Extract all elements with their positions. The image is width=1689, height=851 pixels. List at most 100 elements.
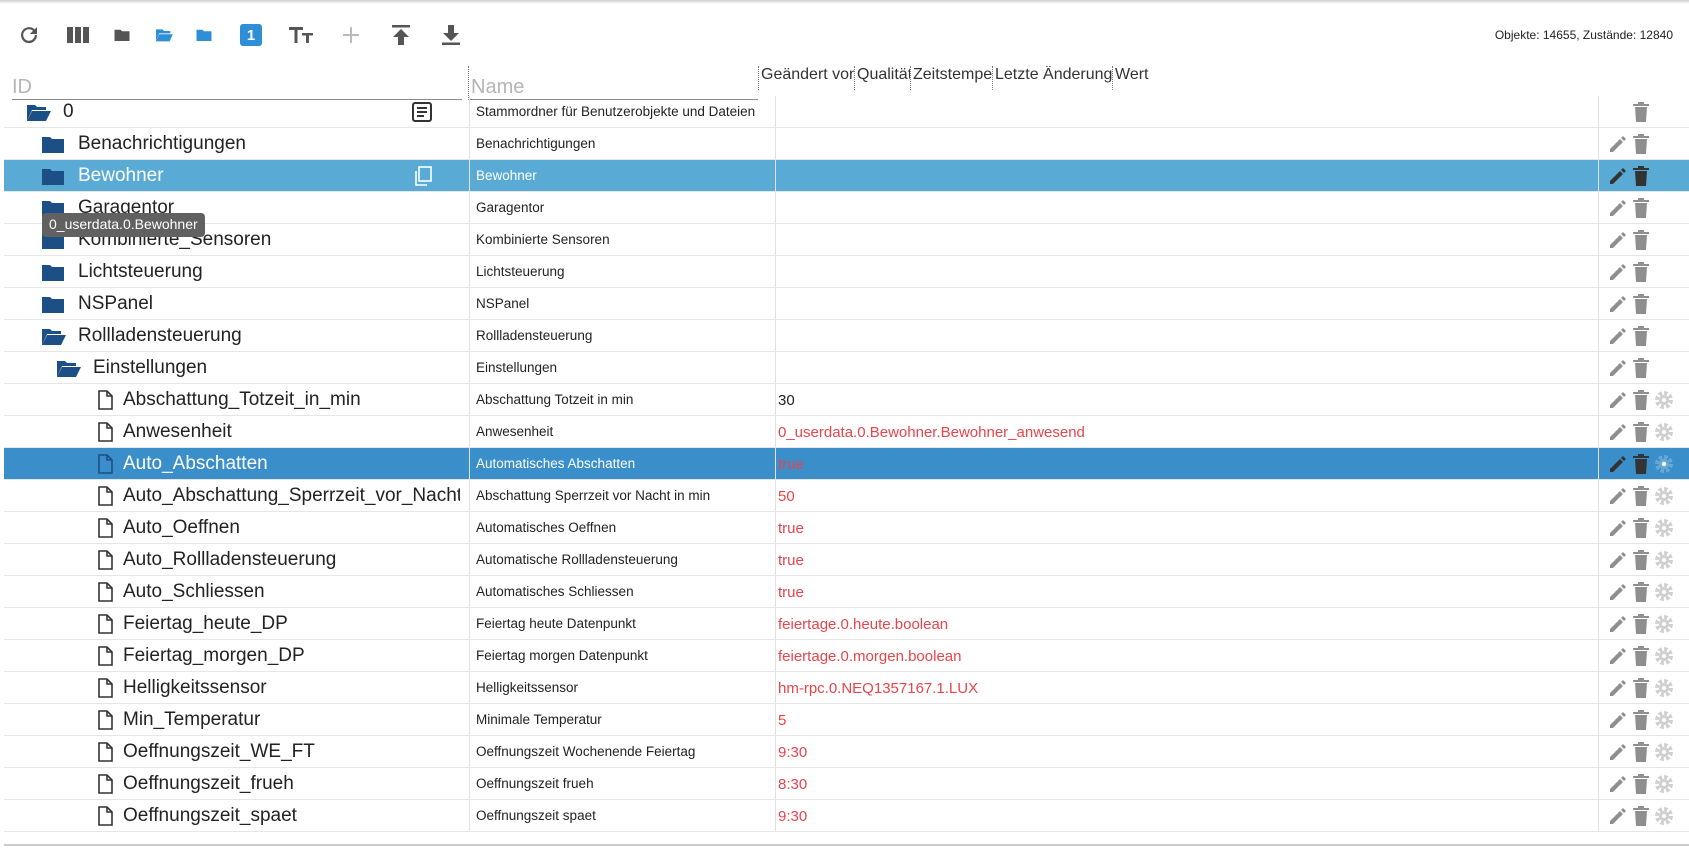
- tree-row[interactable]: Bewohner Bewohner: [4, 160, 1689, 192]
- state-file-icon[interactable]: [97, 582, 113, 607]
- settings-gear-icon[interactable]: [1653, 805, 1675, 832]
- state-value[interactable]: feiertage.0.heute.boolean: [778, 616, 948, 633]
- state-value[interactable]: 5: [778, 712, 786, 729]
- state-file-icon[interactable]: [97, 486, 113, 511]
- state-file-icon[interactable]: [97, 422, 113, 447]
- state-file-icon[interactable]: [97, 774, 113, 799]
- add-icon[interactable]: [336, 20, 366, 50]
- edit-icon[interactable]: [1607, 293, 1629, 320]
- state-value[interactable]: hm-rpc.0.NEQ1357167.1.LUX: [778, 680, 978, 697]
- state-file-icon[interactable]: [97, 646, 113, 671]
- delete-icon[interactable]: [1631, 485, 1651, 512]
- folder-open-icon[interactable]: [149, 20, 179, 50]
- tree-row[interactable]: Benachrichtigungen Benachrichtigungen: [4, 128, 1689, 160]
- folder-icon[interactable]: [41, 135, 65, 160]
- settings-gear-icon[interactable]: [1653, 709, 1675, 736]
- state-value[interactable]: true: [778, 520, 804, 537]
- folder-icon[interactable]: [41, 263, 65, 288]
- edit-icon[interactable]: [1607, 741, 1629, 768]
- value-cell[interactable]: 0_userdata.0.Bewohner.Bewohner_anwesend: [776, 416, 1598, 447]
- name-filter-input[interactable]: Name: [468, 66, 758, 100]
- folder-open-icon[interactable]: [56, 359, 82, 384]
- folder-blue-icon[interactable]: [189, 20, 219, 50]
- state-file-icon[interactable]: [97, 710, 113, 735]
- refresh-icon[interactable]: [14, 20, 44, 50]
- edit-icon[interactable]: [1607, 421, 1629, 448]
- upload-icon[interactable]: [386, 20, 416, 50]
- state-file-icon[interactable]: [97, 742, 113, 767]
- delete-icon[interactable]: [1631, 645, 1651, 672]
- delete-icon[interactable]: [1631, 773, 1651, 800]
- edit-icon[interactable]: [1607, 773, 1629, 800]
- state-value[interactable]: true: [778, 456, 804, 473]
- delete-icon[interactable]: [1631, 165, 1651, 192]
- delete-icon[interactable]: [1631, 293, 1651, 320]
- state-file-icon[interactable]: [97, 518, 113, 543]
- tree-row[interactable]: Oeffnungszeit_frueh Oeffnungszeit frueh 8:…: [4, 768, 1689, 800]
- settings-gear-icon[interactable]: [1653, 773, 1675, 800]
- settings-gear-icon[interactable]: [1653, 677, 1675, 704]
- value-cell[interactable]: true: [776, 576, 1598, 607]
- edit-icon[interactable]: [1607, 197, 1629, 224]
- value-cell[interactable]: true: [776, 448, 1598, 479]
- edit-icon[interactable]: [1607, 677, 1629, 704]
- value-cell[interactable]: true: [776, 512, 1598, 543]
- tree-row[interactable]: Anwesenheit Anwesenheit 0_userdata.0.Bewoh…: [4, 416, 1689, 448]
- column-changed-by[interactable]: Geändert von: [758, 66, 854, 90]
- columns-icon[interactable]: [63, 20, 93, 50]
- delete-icon[interactable]: [1631, 581, 1651, 608]
- settings-gear-icon[interactable]: [1653, 389, 1675, 416]
- edit-icon[interactable]: [1607, 357, 1629, 384]
- value-cell[interactable]: 9:30: [776, 736, 1598, 767]
- delete-icon[interactable]: [1631, 741, 1651, 768]
- tree-row[interactable]: Feiertag_morgen_DP Feiertag morgen Datenp…: [4, 640, 1689, 672]
- delete-icon[interactable]: [1631, 261, 1651, 288]
- edit-icon[interactable]: [1607, 517, 1629, 544]
- settings-gear-icon[interactable]: [1653, 421, 1675, 448]
- tree-row[interactable]: Auto_Schliessen Automatisches Schliessen t…: [4, 576, 1689, 608]
- state-file-icon[interactable]: [97, 678, 113, 703]
- edit-icon[interactable]: [1607, 709, 1629, 736]
- tree-row[interactable]: Auto_Abschattung_Sperrzeit_vor_Nacht_in_…: [4, 480, 1689, 512]
- edit-icon[interactable]: [1607, 229, 1629, 256]
- state-file-icon[interactable]: [97, 550, 113, 575]
- state-value[interactable]: 0_userdata.0.Bewohner.Bewohner_anwesend: [778, 424, 1085, 441]
- state-value[interactable]: feiertage.0.morgen.boolean: [778, 648, 961, 665]
- delete-icon[interactable]: [1631, 613, 1651, 640]
- state-value[interactable]: 30: [778, 392, 795, 409]
- edit-icon[interactable]: [1607, 581, 1629, 608]
- settings-gear-icon[interactable]: [1653, 549, 1675, 576]
- delete-icon[interactable]: [1631, 229, 1651, 256]
- delete-icon[interactable]: [1631, 389, 1651, 416]
- value-cell[interactable]: feiertage.0.morgen.boolean: [776, 640, 1598, 671]
- delete-icon[interactable]: [1631, 357, 1651, 384]
- tree-row[interactable]: Feiertag_heute_DP Feiertag heute Datenpun…: [4, 608, 1689, 640]
- settings-gear-icon[interactable]: [1653, 485, 1675, 512]
- state-file-icon[interactable]: [97, 614, 113, 639]
- edit-icon[interactable]: [1607, 645, 1629, 672]
- column-last-change[interactable]: Letzte Änderung: [992, 66, 1112, 90]
- settings-gear-icon[interactable]: [1653, 645, 1675, 672]
- value-cell[interactable]: 5: [776, 704, 1598, 735]
- settings-gear-icon[interactable]: [1653, 741, 1675, 768]
- column-value[interactable]: Wert: [1112, 66, 1172, 90]
- column-quality[interactable]: Qualität: [854, 66, 910, 90]
- tree-row[interactable]: Auto_Abschatten Automatisches Abschatten t…: [4, 448, 1689, 480]
- delete-icon[interactable]: [1631, 133, 1651, 160]
- folder-icon[interactable]: [107, 20, 137, 50]
- delete-icon[interactable]: [1631, 709, 1651, 736]
- folder-open-icon[interactable]: [26, 103, 52, 128]
- settings-gear-icon[interactable]: [1653, 613, 1675, 640]
- state-value[interactable]: true: [778, 552, 804, 569]
- value-cell[interactable]: 8:30: [776, 768, 1598, 799]
- copy-id-icon[interactable]: [414, 166, 432, 191]
- folder-icon[interactable]: [41, 295, 65, 320]
- tree-row[interactable]: Abschattung_Totzeit_in_min Abschattung To…: [4, 384, 1689, 416]
- tree-row[interactable]: Lichtsteuerung Lichtsteuerung: [4, 256, 1689, 288]
- column-timestamp[interactable]: Zeitstempel: [910, 66, 992, 90]
- tree-row[interactable]: Auto_Rollladensteuerung Automatische Roll…: [4, 544, 1689, 576]
- tree-row[interactable]: Helligkeitssensor Helligkeitssensor hm-rpc…: [4, 672, 1689, 704]
- tree-row[interactable]: Rollladensteuerung Rollladensteuerung: [4, 320, 1689, 352]
- settings-gear-icon[interactable]: [1653, 581, 1675, 608]
- edit-icon[interactable]: [1607, 261, 1629, 288]
